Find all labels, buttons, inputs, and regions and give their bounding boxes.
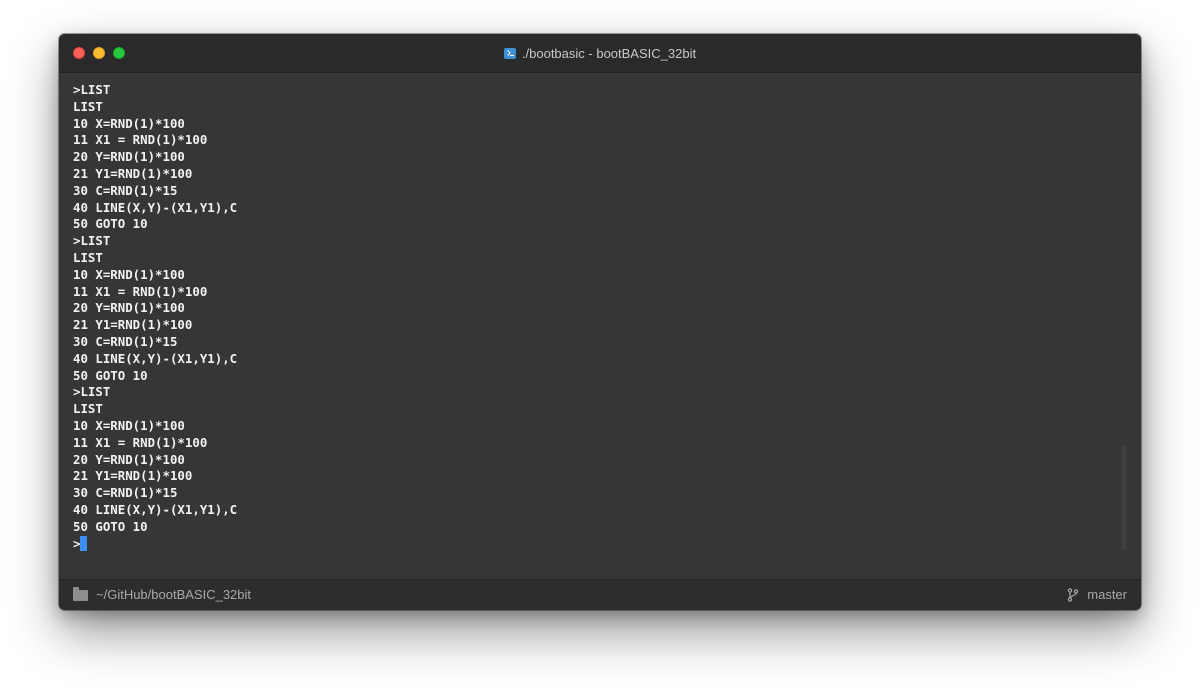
git-branch-icon	[1067, 588, 1079, 602]
terminal-line: 20 Y=RND(1)*100	[73, 451, 185, 467]
terminal-line: 40 LINE(X,Y)-(X1,Y1),C	[73, 501, 238, 517]
terminal-line: 21 Y1=RND(1)*100	[73, 317, 193, 333]
terminal-line: 21 Y1=RND(1)*100	[73, 165, 193, 181]
terminal-output[interactable]: >LIST LIST 10 X=RND(1)*100 11 X1 = RND(1)*1…	[73, 82, 1113, 572]
terminal-line: 11 X1 = RND(1)*100	[73, 434, 208, 450]
terminal-line: >LIST	[73, 233, 111, 249]
terminal-line: 20 Y=RND(1)*100	[73, 300, 185, 316]
terminal-icon	[503, 47, 516, 59]
terminal-line: 21 Y1=RND(1)*100	[73, 468, 193, 484]
terminal-window: ./bootbasic - bootBASIC_32bit >LIST LIST 1…	[59, 34, 1141, 610]
terminal-line: 10 X=RND(1)*100	[73, 266, 185, 282]
terminal-line: LIST	[73, 249, 103, 265]
status-bar: ~/GitHub/bootBASIC_32bit master	[59, 579, 1141, 610]
terminal-line: 30 C=RND(1)*15	[73, 333, 178, 349]
terminal-line: 50 GOTO 10	[73, 216, 148, 232]
window-title: ./bootbasic - bootBASIC_32bit	[521, 45, 697, 61]
terminal-line: LIST	[73, 98, 103, 114]
window-title-group: ./bootbasic - bootBASIC_32bit	[59, 34, 1141, 72]
terminal-line: 40 LINE(X,Y)-(X1,Y1),C	[73, 199, 238, 215]
terminal-line: 11 X1 = RND(1)*100	[73, 132, 208, 148]
terminal-line: 11 X1 = RND(1)*100	[73, 283, 208, 299]
terminal-line: 10 X=RND(1)*100	[73, 417, 185, 433]
terminal-line: 30 C=RND(1)*15	[73, 485, 178, 501]
terminal-line: 20 Y=RND(1)*100	[73, 149, 185, 165]
terminal-line: 50 GOTO 10	[73, 367, 148, 383]
working-directory-path[interactable]: ~/GitHub/bootBASIC_32bit	[96, 587, 251, 602]
terminal-line: >LIST	[73, 82, 111, 97]
terminal-line: >LIST	[73, 384, 111, 400]
terminal-line: LIST	[73, 401, 103, 417]
prompt-symbol: >	[73, 535, 81, 551]
terminal-line: 10 X=RND(1)*100	[73, 115, 185, 131]
vertical-scrollbar[interactable]	[1122, 446, 1126, 550]
title-bar[interactable]: ./bootbasic - bootBASIC_32bit	[59, 34, 1141, 73]
folder-icon	[73, 587, 88, 601]
prompt-line[interactable]: >	[73, 535, 1113, 553]
git-branch-name[interactable]: master	[1087, 587, 1127, 602]
terminal-line: 30 C=RND(1)*15	[73, 182, 178, 198]
terminal-line: 50 GOTO 10	[73, 518, 148, 534]
text-cursor	[80, 535, 88, 551]
terminal-line: 40 LINE(X,Y)-(X1,Y1),C	[73, 350, 238, 366]
